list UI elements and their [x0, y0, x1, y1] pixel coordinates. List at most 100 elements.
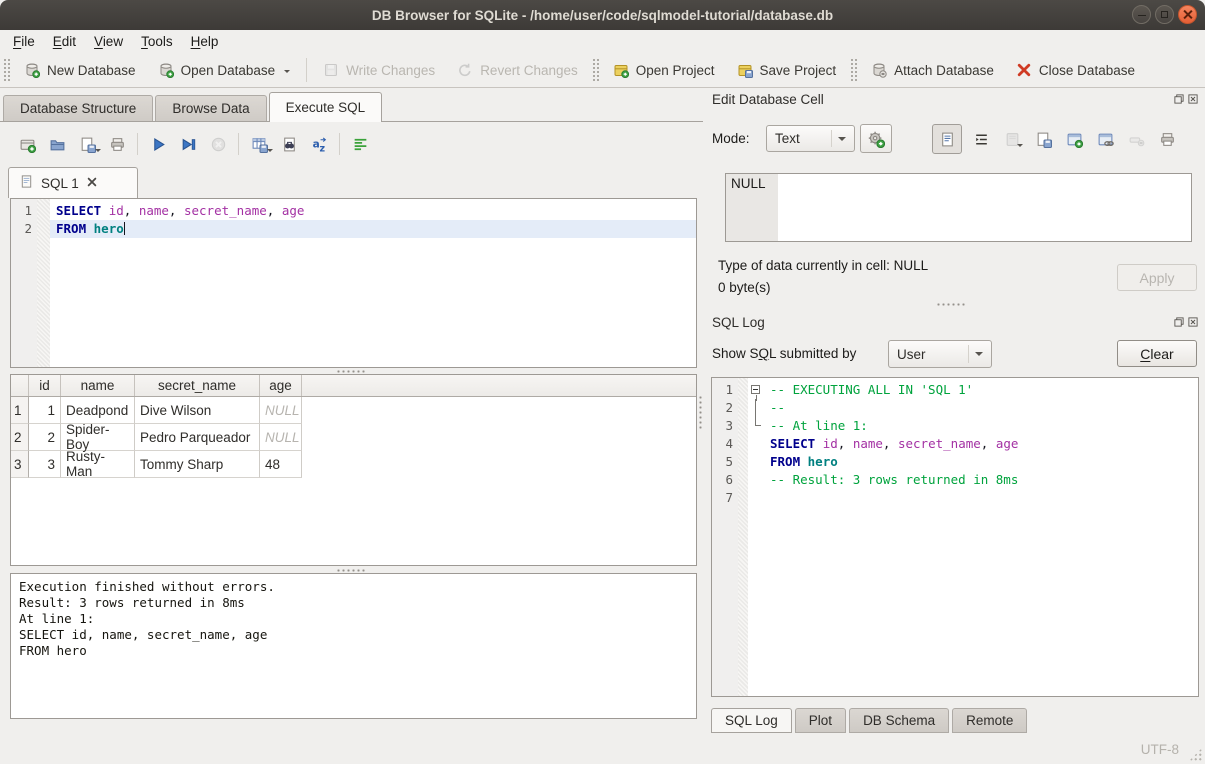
panel-splitter-vertical[interactable] — [698, 395, 704, 429]
titlebar[interactable]: DB Browser for SQLite - /home/user/code/… — [0, 0, 1205, 30]
resize-grip[interactable] — [1189, 748, 1202, 761]
table-cell[interactable]: 3 — [29, 451, 61, 478]
execution-message: Execution finished without errors. Resul… — [10, 573, 697, 719]
tab-database-structure[interactable]: Database Structure — [3, 95, 153, 121]
open-external-icon[interactable] — [1062, 126, 1086, 152]
float-panel-icon[interactable] — [1173, 316, 1185, 328]
sql-editor[interactable]: 12 SELECT id, name, secret_name, ageFROM… — [10, 198, 697, 368]
close-panel-icon[interactable] — [1187, 316, 1199, 328]
fold-elbow — [755, 417, 761, 426]
close-tab-icon[interactable] — [86, 176, 98, 191]
main-toolbar: New DatabaseOpen Database Write Changes Re… — [0, 53, 1205, 88]
editor-code-area[interactable]: SELECT id, name, secret_name, ageFROM he… — [50, 199, 696, 367]
close-database-button[interactable]: Close Database — [1005, 55, 1146, 85]
table-cell[interactable]: Tommy Sharp — [135, 451, 260, 478]
tab-execute-sql[interactable]: Execute SQL — [269, 92, 383, 121]
dock-panels-splitter[interactable] — [936, 302, 966, 308]
code-line: SELECT id, name, secret_name, age — [50, 202, 696, 220]
save-project-button[interactable]: Save Project — [726, 55, 848, 85]
table-cell[interactable]: Pedro Parqueador — [135, 424, 260, 451]
table-cell[interactable]: Dive Wilson — [135, 397, 260, 424]
find-icon[interactable] — [274, 131, 304, 157]
toolbar-button-label: Open Project — [636, 63, 715, 78]
import-data-icon[interactable] — [1000, 126, 1024, 152]
toolbar-separator — [238, 133, 239, 155]
attach-database-button[interactable]: Attach Database — [860, 55, 1005, 85]
new-database-button[interactable]: New Database — [13, 55, 147, 85]
menu-file[interactable]: File — [4, 32, 44, 51]
line-number: 2 — [11, 220, 32, 238]
table-cell[interactable]: 1 — [29, 397, 61, 424]
clear-log-button[interactable]: Clear — [1117, 340, 1197, 367]
save-results-icon[interactable] — [244, 131, 274, 157]
auto-switch-mode-button[interactable] — [860, 124, 892, 153]
open-database-button[interactable]: Open Database — [147, 55, 302, 85]
save-sql-file-icon[interactable] — [72, 131, 102, 157]
menu-help[interactable]: Help — [182, 32, 228, 51]
table-cell[interactable]: Spider-Boy — [61, 424, 135, 451]
dropdown-arrow-icon[interactable] — [267, 149, 273, 155]
execute-all-icon[interactable] — [143, 131, 173, 157]
minimize-button[interactable] — [1132, 5, 1151, 24]
toolbar-handle — [592, 58, 599, 82]
fold-collapse-icon[interactable] — [751, 385, 760, 394]
log-filter-selected-value: User — [897, 347, 926, 362]
write-changes-button[interactable]: Write Changes — [312, 55, 446, 85]
header-filler — [302, 375, 696, 396]
set-null-icon[interactable] — [1124, 126, 1148, 152]
table-cell[interactable]: 48 — [260, 451, 302, 478]
table-cell[interactable]: 2 — [29, 424, 61, 451]
toolbar-button-label: Revert Changes — [480, 63, 578, 78]
log-filter-select[interactable]: User — [888, 340, 992, 368]
dock-tab-sql-log[interactable]: SQL Log — [711, 708, 792, 733]
dropdown-arrow-icon[interactable] — [284, 70, 290, 76]
mode-select[interactable]: Text — [766, 125, 855, 152]
encoding-indicator: UTF-8 — [1141, 742, 1179, 757]
column-header-id[interactable]: id — [29, 375, 61, 396]
log-fold-markers[interactable] — [748, 378, 764, 696]
table-cell[interactable]: NULL — [260, 424, 302, 451]
menu-tools[interactable]: Tools — [132, 32, 182, 51]
insert-link-icon[interactable] — [1093, 126, 1117, 152]
menu-edit[interactable]: Edit — [44, 32, 85, 51]
stop-icon[interactable] — [203, 131, 233, 157]
dropdown-arrow-icon[interactable] — [1017, 144, 1023, 150]
dock-tab-plot[interactable]: Plot — [795, 708, 846, 733]
column-header-name[interactable]: name — [61, 375, 135, 396]
open-tab-icon[interactable] — [12, 131, 42, 157]
table-cell[interactable]: Deadpond — [61, 397, 135, 424]
table-cell[interactable]: NULL — [260, 397, 302, 424]
float-panel-icon[interactable] — [1173, 93, 1185, 105]
word-wrap-icon[interactable] — [345, 131, 375, 157]
format-sql-icon[interactable]: az — [304, 131, 334, 157]
text-mode-icon[interactable] — [935, 126, 959, 152]
sql-log-view[interactable]: 1234567 -- EXECUTING ALL IN 'SQL 1'---- … — [711, 377, 1199, 697]
open-sql-file-icon[interactable] — [42, 131, 72, 157]
export-data-icon[interactable] — [1031, 126, 1055, 152]
dock-tab-db-schema[interactable]: DB Schema — [849, 708, 949, 733]
print-icon[interactable] — [102, 131, 132, 157]
close-panel-icon[interactable] — [1187, 93, 1199, 105]
fold-cell — [748, 489, 764, 507]
cell-value-editor[interactable]: NULL — [725, 173, 1192, 242]
print-icon[interactable] — [1155, 126, 1179, 152]
apply-button[interactable]: Apply — [1117, 264, 1197, 291]
menu-view[interactable]: View — [85, 32, 132, 51]
results-table[interactable]: idnamesecret_nameage11DeadpondDive Wilso… — [10, 374, 697, 566]
tab-sql-1[interactable]: SQL 1 — [8, 167, 138, 198]
column-header-age[interactable]: age — [260, 375, 302, 396]
sql-editor-toolbar: az — [12, 128, 375, 160]
word-wrap-icon[interactable] — [969, 126, 993, 152]
dock-tab-remote[interactable]: Remote — [952, 708, 1027, 733]
revert-changes-button[interactable]: Revert Changes — [446, 55, 589, 85]
row-number-header — [11, 375, 29, 396]
dropdown-arrow-icon[interactable] — [95, 149, 101, 155]
tab-browse-data[interactable]: Browse Data — [155, 95, 266, 121]
close-button[interactable] — [1178, 5, 1197, 24]
execute-current-line-icon[interactable] — [173, 131, 203, 157]
table-cell[interactable]: Rusty-Man — [61, 451, 135, 478]
column-header-secret-name[interactable]: secret_name — [135, 375, 260, 396]
line-number: 6 — [712, 471, 733, 489]
maximize-button[interactable] — [1155, 5, 1174, 24]
open-project-button[interactable]: Open Project — [602, 55, 726, 85]
